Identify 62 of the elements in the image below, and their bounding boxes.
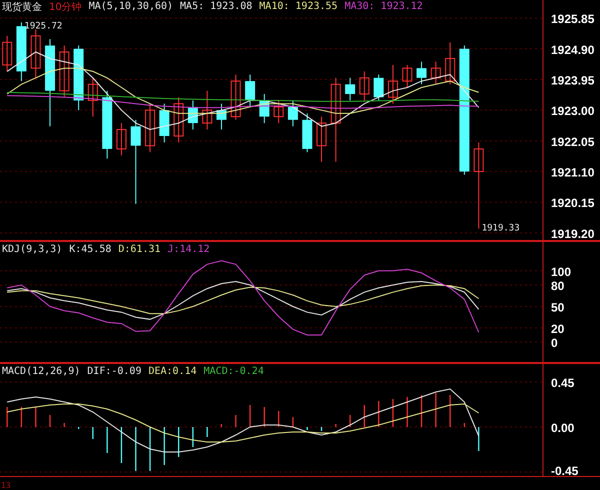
legend-label: MACD:-0.24 — [204, 366, 264, 377]
candlestick — [116, 122, 126, 156]
legend-label: MACD(12,26,9) — [2, 366, 80, 377]
axis-label: 1919.20 — [551, 226, 594, 241]
axis-label: 50 — [551, 300, 564, 314]
candlestick — [374, 74, 384, 101]
legend-label: DIF:-0.09 — [87, 366, 142, 377]
price-annotation: 1925.72 — [24, 21, 62, 32]
candlestick — [145, 103, 156, 153]
candlestick — [402, 64, 412, 88]
legend-label: MA5: 1923.08 — [180, 1, 252, 12]
candlestick — [359, 70, 370, 101]
candlestick — [30, 28, 41, 78]
axis-label: 20 — [551, 322, 564, 336]
candlestick — [174, 96, 184, 143]
candlestick — [2, 35, 12, 72]
axis-label: 1923.95 — [551, 73, 594, 88]
candlestick — [230, 74, 241, 120]
candlestick — [245, 74, 256, 108]
axis-label: 1923.00 — [551, 104, 594, 118]
axis-label: 1920.15 — [551, 196, 594, 210]
candlestick — [345, 77, 356, 101]
candlestick — [259, 94, 270, 124]
candlestick — [430, 61, 441, 85]
axis-label: 1925.85 — [551, 12, 594, 26]
candlestick — [16, 22, 26, 82]
candlestick — [102, 90, 112, 160]
footer-label: 13 — [0, 481, 11, 490]
candlestick — [188, 100, 198, 130]
candlestick — [302, 112, 312, 153]
candlestick — [288, 100, 298, 127]
candlestick — [159, 103, 170, 143]
legend-label: DEA:0.14 — [148, 366, 197, 377]
candlestick — [202, 90, 212, 130]
price-annotation: 1919.33 — [482, 224, 520, 234]
axis-label: 0.45 — [551, 376, 574, 390]
candlestick — [59, 45, 70, 98]
legend-label: K:45.58 — [69, 244, 112, 255]
axis-label: 1922.05 — [551, 134, 594, 149]
candlestick — [316, 116, 327, 162]
timeframe-label: 10分钟 — [49, 0, 82, 14]
chart-title: 现货黄金 — [2, 0, 42, 14]
axis-label: 100 — [551, 264, 572, 279]
legend-label: MA(5,10,30,60) — [88, 1, 174, 12]
legend-label: MA10: 1923.55 — [259, 1, 338, 12]
candlestick — [274, 100, 284, 124]
legend-label: KDJ(9,3,3) — [2, 244, 62, 255]
candlestick — [416, 61, 427, 85]
candlestick — [74, 45, 84, 111]
axis-label: 0.00 — [551, 421, 574, 435]
candlestick — [216, 103, 226, 130]
legend-label: MA30: 1923.12 — [344, 1, 423, 12]
axis-label: 0 — [551, 336, 558, 350]
axis-label: 1924.90 — [551, 42, 594, 57]
axis-label: 80 — [551, 279, 564, 294]
legend-label: D:61.31 — [118, 244, 161, 255]
axis-label: 1921.10 — [551, 166, 594, 180]
legend-label: J:14.12 — [168, 244, 210, 255]
axis-label: -0.45 — [551, 464, 578, 477]
candlestick — [388, 64, 398, 104]
candlestick — [88, 77, 98, 118]
candlestick — [445, 42, 456, 85]
